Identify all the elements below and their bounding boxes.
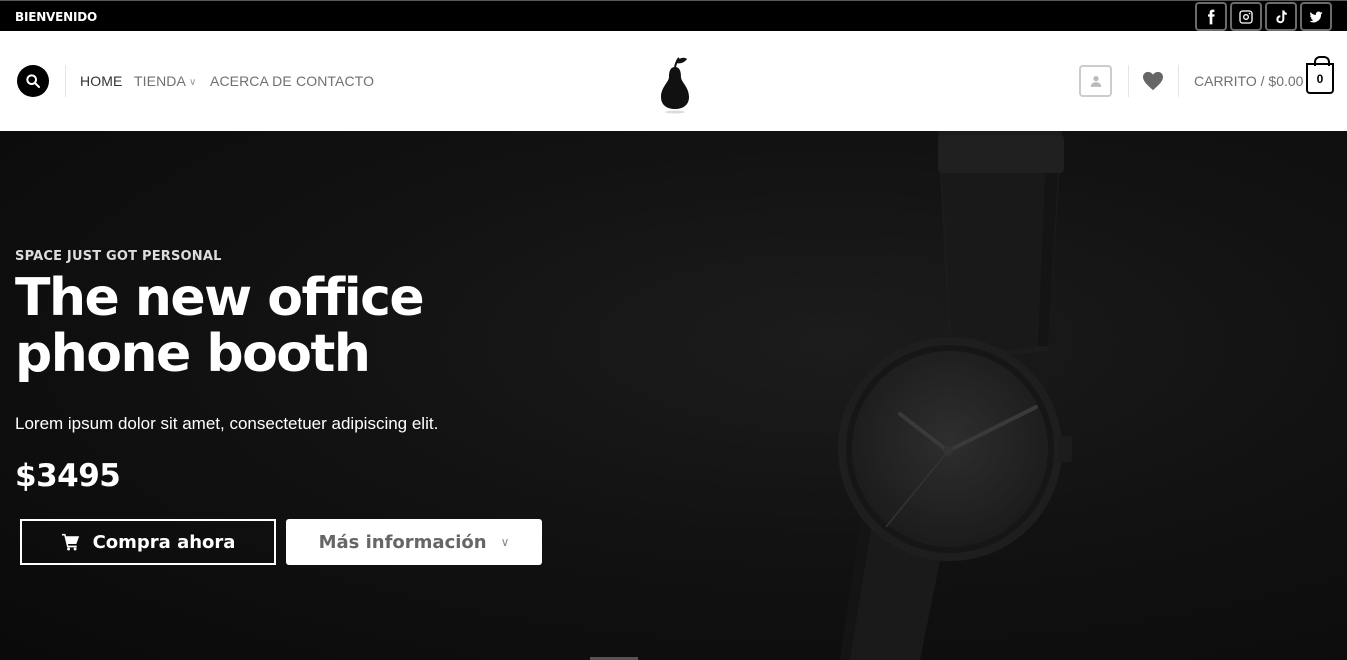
cart-link[interactable]: CARRITO / $0.00 — [1194, 73, 1303, 89]
hero-headline: The new office phone booth — [15, 270, 575, 382]
hero-price: $3495 — [15, 458, 121, 494]
wishlist-heart-icon[interactable] — [1142, 71, 1164, 91]
account-button[interactable] — [1079, 65, 1112, 97]
hero-banner: SPACE JUST GOT PERSONAL The new office p… — [0, 131, 1347, 660]
twitter-icon[interactable] — [1300, 2, 1332, 31]
hero-description: Lorem ipsum dolor sit amet, consectetuer… — [15, 414, 439, 433]
chevron-down-icon: ∨ — [500, 535, 510, 549]
divider — [65, 65, 66, 97]
watch-image — [838, 131, 1072, 660]
search-button[interactable] — [17, 65, 49, 97]
more-info-button[interactable]: Más información ∨ — [286, 519, 542, 565]
more-info-label: Más información — [318, 531, 487, 553]
buy-now-button[interactable]: Compra ahora — [20, 519, 276, 565]
pear-logo[interactable] — [655, 55, 695, 115]
hero-headline-line2: phone booth — [15, 324, 371, 384]
search-icon — [26, 74, 40, 88]
cart-icon — [61, 533, 79, 551]
hero-headline-line1: The new office — [15, 268, 425, 328]
divider — [1128, 65, 1129, 97]
nav-tienda-label: TIENDA — [134, 73, 186, 89]
instagram-icon[interactable] — [1230, 2, 1262, 31]
divider — [1178, 65, 1179, 97]
facebook-icon[interactable] — [1195, 2, 1227, 31]
cart-count-badge[interactable]: 0 — [1306, 56, 1334, 94]
buy-now-label: Compra ahora — [92, 531, 236, 553]
hero-eyebrow: SPACE JUST GOT PERSONAL — [15, 249, 222, 264]
nav-home[interactable]: HOME — [80, 73, 122, 89]
welcome-text: BIENVENIDO — [15, 10, 98, 24]
chevron-down-icon: ∨ — [188, 77, 197, 88]
nav-contacto[interactable]: CONTACTO — [296, 73, 374, 89]
top-bar: BIENVENIDO — [0, 0, 1347, 31]
tiktok-icon[interactable] — [1265, 2, 1297, 31]
nav-tienda[interactable]: TIENDA ∨ — [134, 73, 196, 89]
nav-acerca-de[interactable]: ACERCA DE — [210, 73, 292, 89]
site-header: HOME TIENDA ∨ ACERCA DE CONTACTO CARRITO … — [0, 31, 1347, 131]
user-icon — [1090, 76, 1101, 87]
